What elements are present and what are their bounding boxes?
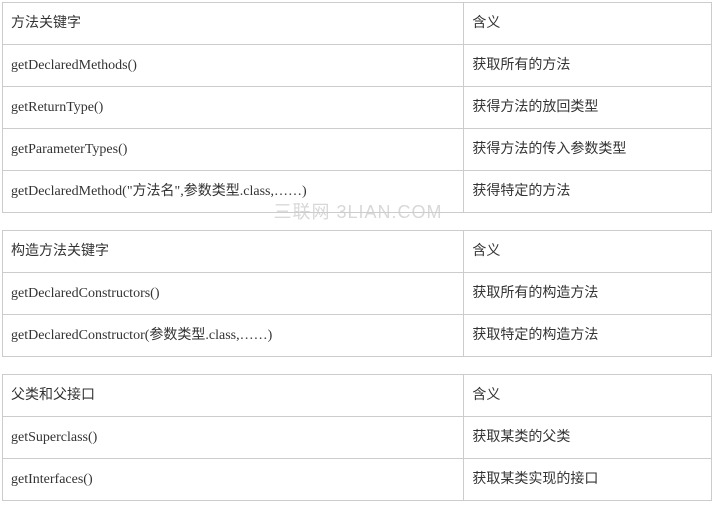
cell-meaning: 获得特定的方法 bbox=[464, 171, 712, 213]
cell-keyword: getDeclaredMethod("方法名",参数类型.class,……) bbox=[3, 171, 464, 213]
cell-keyword: getDeclaredMethods() bbox=[3, 45, 464, 87]
spacer-row bbox=[3, 213, 712, 231]
table-row: 构造方法关键字 含义 bbox=[3, 231, 712, 273]
cell-keyword: 父类和父接口 bbox=[3, 375, 464, 417]
cell-meaning: 获取所有的构造方法 bbox=[464, 273, 712, 315]
cell-keyword: getReturnType() bbox=[3, 87, 464, 129]
cell-keyword: getSuperclass() bbox=[3, 417, 464, 459]
table-row: getSuperclass() 获取某类的父类 bbox=[3, 417, 712, 459]
table-row: getDeclaredMethods() 获取所有的方法 bbox=[3, 45, 712, 87]
table-row: getReturnType() 获得方法的放回类型 bbox=[3, 87, 712, 129]
cell-keyword: getParameterTypes() bbox=[3, 129, 464, 171]
spacer-cell bbox=[3, 213, 712, 231]
cell-keyword: getDeclaredConstructors() bbox=[3, 273, 464, 315]
cell-keyword: 方法关键字 bbox=[3, 3, 464, 45]
spacer-cell bbox=[3, 357, 712, 375]
cell-meaning: 获取所有的方法 bbox=[464, 45, 712, 87]
cell-meaning: 获取某类的父类 bbox=[464, 417, 712, 459]
cell-meaning: 获得方法的传入参数类型 bbox=[464, 129, 712, 171]
reference-table: 方法关键字 含义 getDeclaredMethods() 获取所有的方法 ge… bbox=[2, 2, 712, 501]
cell-meaning: 含义 bbox=[464, 3, 712, 45]
table-row: getDeclaredConstructors() 获取所有的构造方法 bbox=[3, 273, 712, 315]
spacer-row bbox=[3, 357, 712, 375]
table-row: getInterfaces() 获取某类实现的接口 bbox=[3, 459, 712, 501]
table-row: 方法关键字 含义 bbox=[3, 3, 712, 45]
table-row: getDeclaredConstructor(参数类型.class,……) 获取… bbox=[3, 315, 712, 357]
table-row: getDeclaredMethod("方法名",参数类型.class,……) 获… bbox=[3, 171, 712, 213]
cell-meaning: 获取某类实现的接口 bbox=[464, 459, 712, 501]
cell-meaning: 含义 bbox=[464, 231, 712, 273]
cell-meaning: 获得方法的放回类型 bbox=[464, 87, 712, 129]
table-row: 父类和父接口 含义 bbox=[3, 375, 712, 417]
cell-keyword: getDeclaredConstructor(参数类型.class,……) bbox=[3, 315, 464, 357]
cell-keyword: getInterfaces() bbox=[3, 459, 464, 501]
table-row: getParameterTypes() 获得方法的传入参数类型 bbox=[3, 129, 712, 171]
cell-meaning: 含义 bbox=[464, 375, 712, 417]
cell-keyword: 构造方法关键字 bbox=[3, 231, 464, 273]
cell-meaning: 获取特定的构造方法 bbox=[464, 315, 712, 357]
